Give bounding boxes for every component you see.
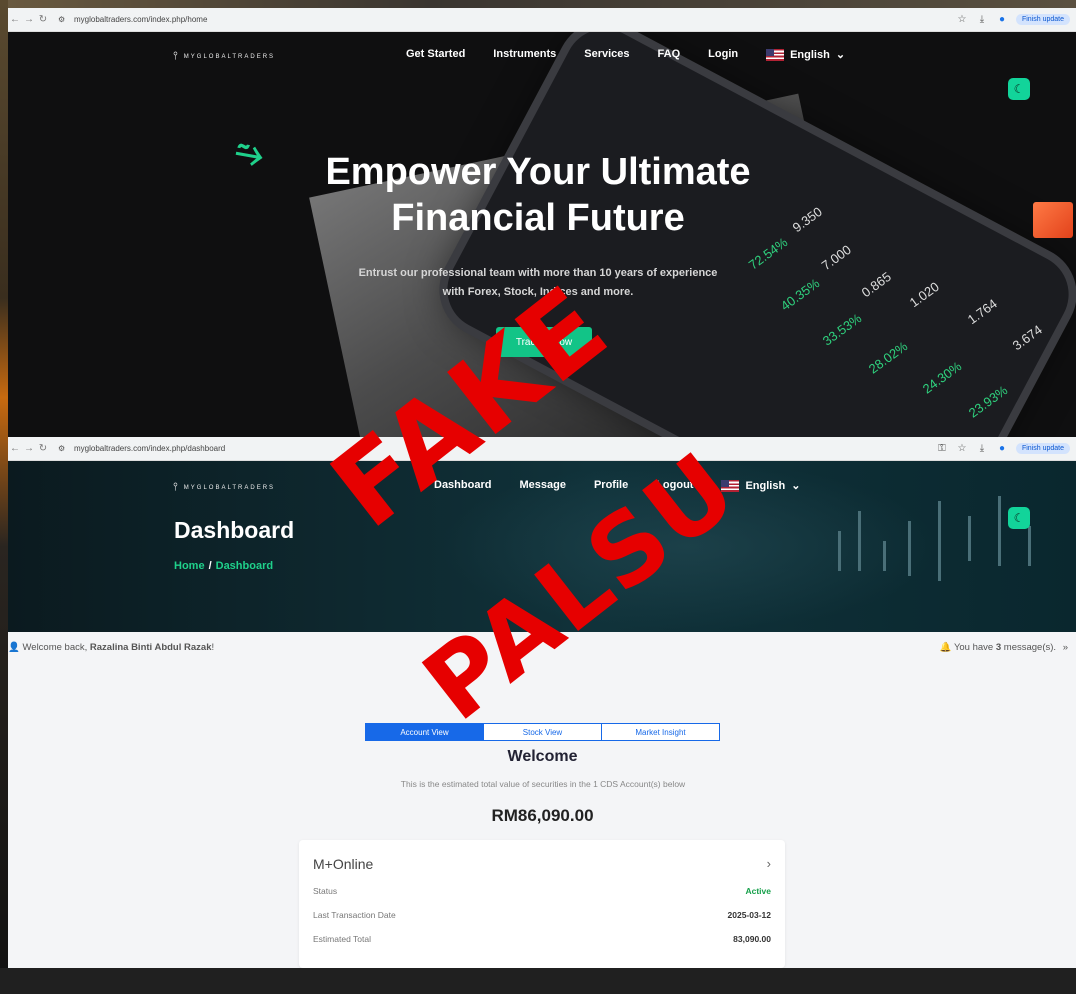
hero-title-line1: Empower Your Ultimate — [325, 151, 751, 193]
reload-icon[interactable]: ↻ — [36, 443, 50, 454]
status-badge: Active — [745, 886, 771, 896]
chevron-down-icon: ⌄ — [835, 49, 846, 61]
nav-services[interactable]: Services — [584, 48, 629, 61]
address-bar[interactable]: myglobaltraders.com/index.php/home — [74, 15, 952, 24]
dark-mode-toggle-icon[interactable]: ☾ — [1008, 78, 1030, 100]
forward-icon[interactable]: → — [22, 14, 36, 25]
welcome-subtitle: This is the estimated total value of sec… — [400, 779, 686, 789]
site-logo[interactable]: ⫯ MYGLOBALTRADERS — [173, 50, 275, 63]
row-value: 83,090.00 — [733, 934, 771, 944]
bottom-browser-toolbar: ← → ↻ ⚙ myglobaltraders.com/index.php/da… — [8, 437, 1076, 461]
account-card[interactable]: M+Online › Status Active Last Transactio… — [299, 840, 785, 968]
welcome-suffix: ! — [211, 642, 215, 653]
background-strip-top — [0, 0, 1076, 8]
welcome-title: Welcome — [507, 748, 578, 765]
nav-message[interactable]: Message — [519, 479, 565, 492]
site-settings-icon[interactable]: ⚙ — [58, 444, 70, 453]
back-icon[interactable]: ← — [8, 443, 22, 454]
candlestick-logo-icon: ⫯ — [173, 50, 180, 62]
dark-mode-toggle-icon[interactable]: ☾ — [1008, 507, 1030, 529]
logo-text: MYGLOBALTRADERS — [183, 484, 276, 491]
breadcrumb-separator: / — [208, 560, 212, 572]
bookmark-star-icon[interactable]: ☆ — [952, 443, 972, 454]
top-browser-toolbar: ← → ↻ ⚙ myglobaltraders.com/index.php/ho… — [8, 8, 1076, 32]
welcome-message: 👤 Welcome back, Razalina Binti Abdul Raz… — [8, 642, 214, 653]
hero-title: Empower Your Ultimate Financial Future — [248, 149, 828, 241]
card-row-last-transaction: Last Transaction Date 2025-03-12 — [313, 910, 771, 920]
breadcrumb: Home / Dashboard — [174, 560, 273, 572]
tab-market-insight[interactable]: Market Insight — [602, 724, 719, 740]
nav-instruments[interactable]: Instruments — [493, 48, 556, 61]
finish-update-button[interactable]: Finish update — [1015, 14, 1070, 25]
candlestick-logo-icon: ⫯ — [173, 481, 180, 493]
card-row-estimated-total: Estimated Total 83,090.00 — [313, 934, 771, 944]
user-name: Razalina Binti Abdul Razak — [89, 642, 212, 653]
download-icon[interactable]: ⤓ — [972, 14, 992, 25]
messages-notice[interactable]: 🔔 You have 3 message(s). » — [940, 642, 1068, 653]
view-tabs: Account View Stock View Market Insight — [365, 723, 720, 741]
candlestick-chart-decoration — [828, 491, 1068, 611]
forward-icon[interactable]: → — [22, 443, 36, 454]
card-row-status: Status Active — [313, 886, 771, 896]
download-icon[interactable]: ⤓ — [972, 443, 992, 454]
user-icon: 👤 — [8, 642, 20, 653]
double-chevron-right-icon[interactable]: » — [1063, 642, 1068, 653]
background-strip-left — [0, 0, 8, 994]
total-value: RM86,090.00 — [491, 806, 594, 825]
profile-icon[interactable]: ● — [992, 443, 1012, 454]
screenshot-stage: ← → ↻ ⚙ myglobaltraders.com/index.php/ho… — [0, 0, 1076, 994]
home-nav-links: Get Started Instruments Services FAQ Log… — [406, 48, 845, 61]
language-selector[interactable]: English ⌄ — [766, 48, 845, 61]
row-label: Estimated Total — [313, 934, 371, 944]
bell-icon: 🔔 — [939, 642, 952, 653]
nav-get-started[interactable]: Get Started — [406, 48, 465, 61]
breadcrumb-home[interactable]: Home — [174, 560, 205, 572]
reload-icon[interactable]: ↻ — [36, 14, 50, 25]
account-name: M+Online — [313, 856, 374, 872]
finish-update-button[interactable]: Finish update — [1015, 443, 1070, 454]
row-label: Last Transaction Date — [313, 910, 396, 920]
messages-suffix: message(s). — [1003, 642, 1057, 653]
chevron-right-icon[interactable]: › — [767, 856, 771, 871]
language-label: English — [745, 479, 786, 492]
bookmark-star-icon[interactable]: ☆ — [952, 14, 972, 25]
nav-faq[interactable]: FAQ — [658, 48, 681, 61]
us-flag-icon — [766, 48, 785, 61]
row-value: 2025-03-12 — [727, 910, 771, 920]
dashboard-navbar: ⫯ MYGLOBALTRADERS Dashboard Message Prof… — [8, 475, 1076, 499]
logo-text: MYGLOBALTRADERS — [183, 53, 276, 60]
nav-login[interactable]: Login — [708, 48, 738, 61]
messages-prefix: You have — [953, 642, 994, 653]
row-label: Status — [313, 886, 338, 896]
tab-stock-view[interactable]: Stock View — [484, 724, 602, 740]
messages-count: 3 — [995, 642, 1002, 653]
site-settings-icon[interactable]: ⚙ — [58, 15, 70, 24]
back-icon[interactable]: ← — [8, 14, 22, 25]
password-key-icon[interactable]: ⚿ — [932, 443, 952, 454]
hero-title-line2: Financial Future — [391, 197, 685, 239]
site-logo[interactable]: ⫯ MYGLOBALTRADERS — [173, 481, 275, 494]
breadcrumb-current: Dashboard — [215, 560, 274, 572]
profile-icon[interactable]: ● — [992, 14, 1012, 25]
language-label: English — [790, 48, 830, 61]
chevron-down-icon: ⌄ — [791, 480, 801, 492]
orange-cube-decoration — [1033, 202, 1073, 238]
welcome-prefix: Welcome back, — [22, 642, 88, 653]
page-title: Dashboard — [174, 517, 295, 543]
home-navbar: ⫯ MYGLOBALTRADERS Get Started Instrument… — [8, 44, 1076, 68]
background-strip-bottom — [0, 968, 1076, 994]
